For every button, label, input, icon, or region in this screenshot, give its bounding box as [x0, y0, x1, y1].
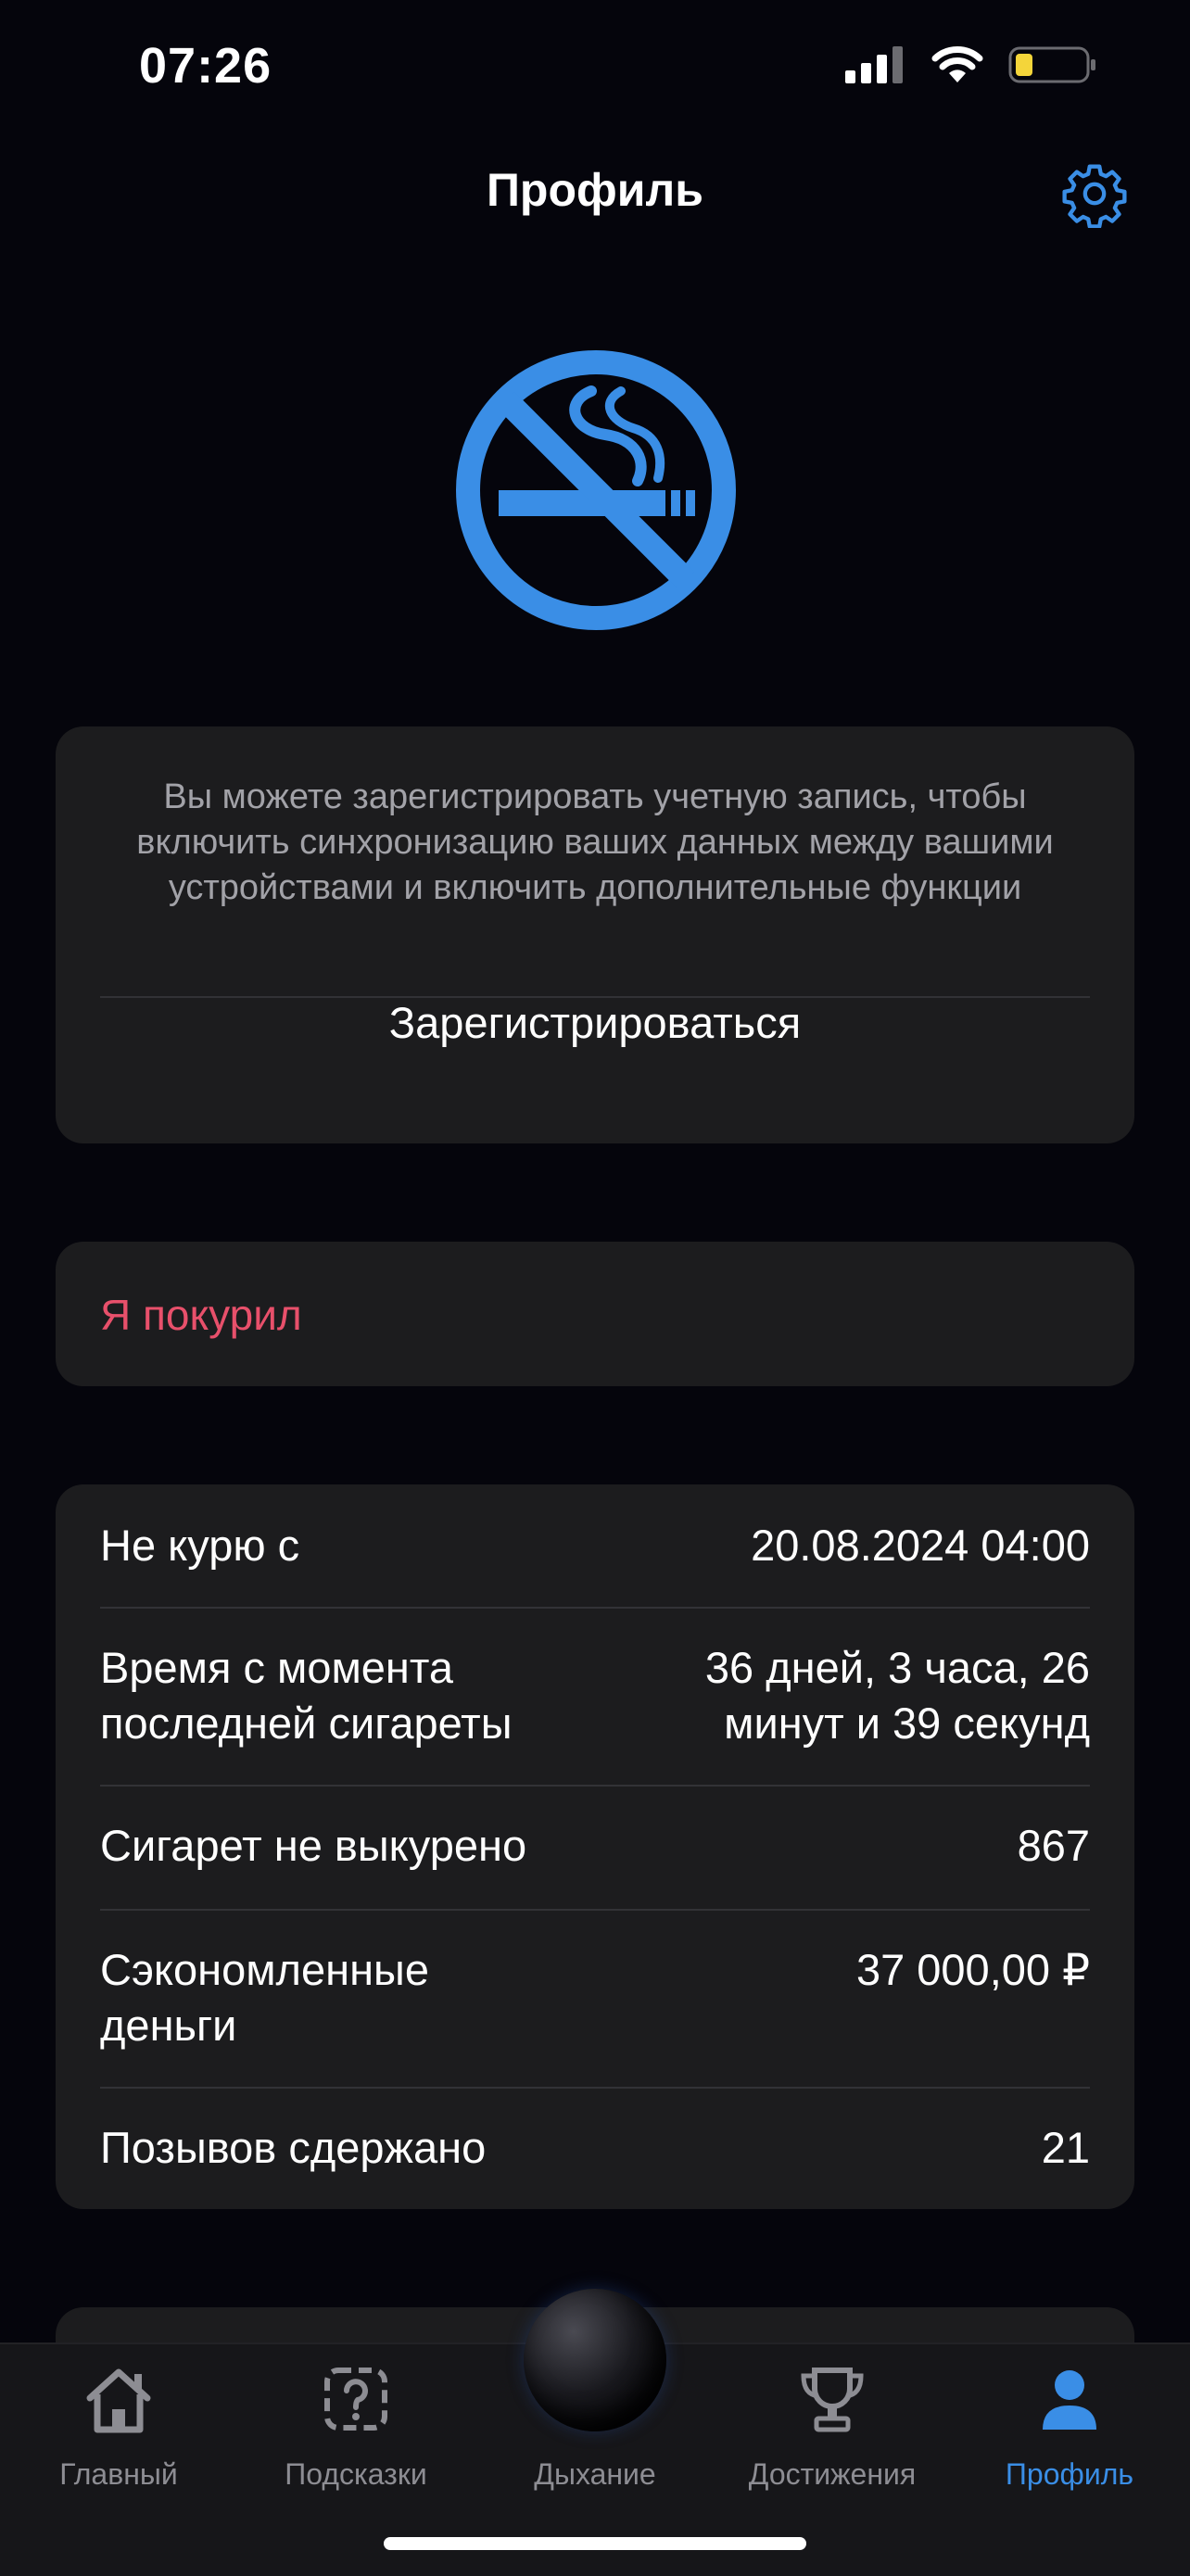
register-button[interactable]: Зарегистрироваться — [0, 997, 1190, 1048]
stat-value: 867 — [1017, 1821, 1090, 1870]
stat-label: Сэкономленные деньги — [100, 1945, 429, 2050]
divider — [100, 2087, 1090, 2089]
gear-icon[interactable] — [1060, 159, 1129, 228]
stat-label: Позывов сдержано — [100, 2123, 487, 2172]
register-description: Вы можете зарегистрировать учетную запис… — [136, 777, 1054, 907]
stat-label: Не курю с — [100, 1521, 300, 1570]
trophy-icon — [801, 2368, 864, 2432]
wifi-icon — [931, 46, 983, 82]
status-bar: 07:26 — [0, 0, 1190, 139]
register-card: Вы можете зарегистрировать учетную запис… — [56, 726, 1134, 1143]
house-icon — [86, 2368, 151, 2433]
divider — [100, 1909, 1090, 1911]
stats-card: Не курю с 20.08.2024 04:00 Время с момен… — [56, 1484, 1134, 2209]
no-smoking-icon — [456, 350, 736, 630]
divider — [100, 1607, 1090, 1609]
status-time: 07:26 — [139, 38, 272, 94]
stat-value: 21 — [1041, 2123, 1090, 2172]
stat-value: 37 000,00 ₽ — [855, 1945, 1090, 1994]
stat-row: Сэкономленные деньги 37 000,00 ₽ — [100, 1942, 1090, 2053]
stat-label: Сигарет не выкурено — [100, 1821, 527, 1870]
smoked-card[interactable]: Я покурил — [56, 1242, 1134, 1386]
status-icons — [845, 44, 1097, 85]
person-icon — [1043, 2370, 1096, 2430]
stat-label: Время с момента последней сигареты — [100, 1643, 513, 1748]
stat-value: 36 дней, 3 часа, 26 минут и 39 секунд — [704, 1643, 1090, 1748]
stat-row: Время с момента последней сигареты 36 дн… — [100, 1640, 1090, 1751]
question-mark-icon — [324, 2368, 387, 2431]
breathing-orb[interactable] — [524, 2289, 666, 2431]
tab-label: Достижения — [748, 2457, 917, 2491]
stat-row: Позывов сдержано 21 — [100, 2120, 1090, 2176]
tab-label: Главный — [59, 2457, 178, 2491]
stat-row: Не курю с 20.08.2024 04:00 — [100, 1518, 1090, 1573]
tab-label: Подсказки — [285, 2457, 427, 2491]
stat-row: Сигарет не выкурено 867 — [100, 1818, 1090, 1874]
signal-icon — [845, 46, 903, 83]
tab-label: Дыхание — [534, 2457, 656, 2491]
tab-label: Профиль — [1005, 2457, 1134, 2491]
stat-value: 20.08.2024 04:00 — [751, 1521, 1090, 1570]
divider — [100, 1785, 1090, 1787]
home-indicator — [384, 2537, 806, 2550]
page-title: Профиль — [486, 164, 703, 216]
battery-icon — [1008, 46, 1095, 83]
i-smoked-button[interactable]: Я покурил — [100, 1290, 302, 1340]
